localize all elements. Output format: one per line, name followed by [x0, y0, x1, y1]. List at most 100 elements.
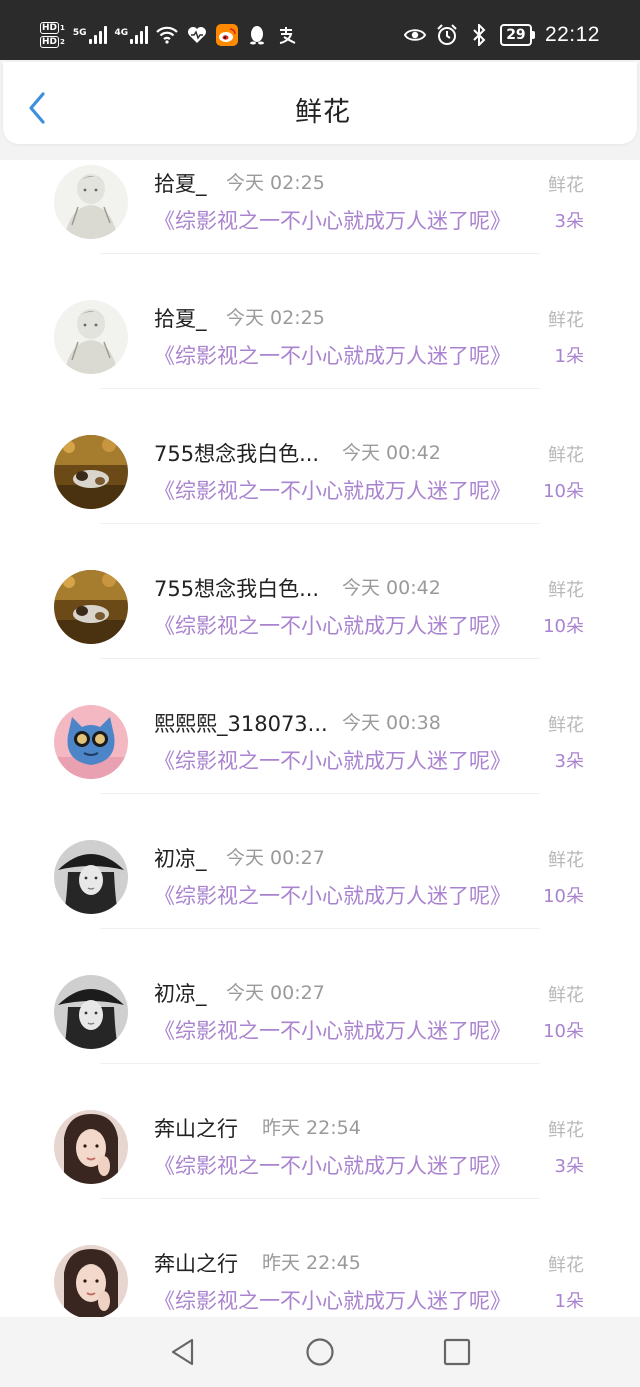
hd-label: HD: [40, 36, 60, 48]
gift-time: 今天 00:42: [342, 577, 441, 599]
divider: [100, 523, 540, 524]
signal-4g-icon: 4G: [115, 26, 149, 44]
user-name[interactable]: 755想念我白色...: [154, 573, 319, 603]
divider: [100, 928, 540, 929]
divider: [100, 1063, 540, 1064]
divider: [100, 1198, 540, 1199]
bw-hat-girl-avatar[interactable]: [54, 975, 128, 1049]
clock: 22:12: [544, 23, 600, 46]
bw-hat-girl-avatar[interactable]: [54, 840, 128, 914]
recents-square-icon: [443, 1338, 471, 1366]
header-card: 鲜花: [3, 62, 637, 144]
hd-indicator: HD 1 HD 2: [40, 22, 65, 48]
nav-home-button[interactable]: [305, 1337, 335, 1367]
gift-type-label: 鲜花: [548, 985, 584, 1006]
list-item[interactable]: 755想念我白色... 今天 00:42 《综影视之一不小心就成万人迷了呢》 鲜…: [0, 565, 640, 700]
book-title[interactable]: 《综影视之一不小心就成万人迷了呢》: [154, 1285, 511, 1315]
bluetooth-icon: [468, 24, 490, 46]
gift-time: 今天 00:27: [226, 982, 325, 1004]
gift-type-label: 鲜花: [548, 850, 584, 871]
book-title[interactable]: 《综影视之一不小心就成万人迷了呢》: [154, 475, 511, 505]
divider: [100, 388, 540, 389]
gift-type-label: 鲜花: [548, 310, 584, 331]
gift-type-label: 鲜花: [548, 1120, 584, 1141]
gift-time: 今天 02:25: [226, 172, 325, 194]
list-item[interactable]: 拾夏_ 今天 02:25 《综影视之一不小心就成万人迷了呢》 鲜花 3朵: [0, 160, 640, 295]
hd-label: HD: [40, 22, 60, 34]
wifi-icon: [156, 24, 178, 46]
nav-back-button[interactable]: [168, 1337, 198, 1367]
book-title[interactable]: 《综影视之一不小心就成万人迷了呢》: [154, 1150, 511, 1180]
heart-health-icon: [186, 24, 208, 46]
list-item[interactable]: 初凉_ 今天 00:27 《综影视之一不小心就成万人迷了呢》 鲜花 10朵: [0, 970, 640, 1105]
user-name[interactable]: 初凉_: [154, 978, 207, 1008]
signal-5g-icon: 5G: [73, 26, 107, 44]
home-circle-icon: [306, 1338, 334, 1366]
gift-count: 10朵: [543, 481, 584, 502]
list-item[interactable]: 755想念我白色... 今天 00:42 《综影视之一不小心就成万人迷了呢》 鲜…: [0, 430, 640, 565]
book-title[interactable]: 《综影视之一不小心就成万人迷了呢》: [154, 340, 511, 370]
user-name[interactable]: 拾夏_: [154, 168, 207, 198]
user-name[interactable]: 755想念我白色...: [154, 438, 319, 468]
gift-time: 今天 00:27: [226, 847, 325, 869]
gift-count: 10朵: [543, 1021, 584, 1042]
gift-time: 今天 00:42: [342, 442, 441, 464]
gift-time: 昨天 22:45: [262, 1252, 361, 1274]
list-item[interactable]: 初凉_ 今天 00:27 《综影视之一不小心就成万人迷了呢》 鲜花 10朵: [0, 835, 640, 970]
page-title: 鲜花: [295, 97, 351, 128]
nav-recents-button[interactable]: [442, 1337, 472, 1367]
user-name[interactable]: 奔山之行: [154, 1248, 238, 1278]
back-triangle-icon: [171, 1338, 194, 1366]
book-title[interactable]: 《综影视之一不小心就成万人迷了呢》: [154, 205, 511, 235]
book-title[interactable]: 《综影视之一不小心就成万人迷了呢》: [154, 880, 511, 910]
cat-photo-avatar[interactable]: [54, 570, 128, 644]
alarm-icon: [436, 24, 458, 46]
network-label: 5G: [72, 28, 87, 38]
gift-count: 1朵: [554, 346, 584, 367]
gift-count: 3朵: [554, 211, 584, 232]
gift-count: 1朵: [554, 1291, 584, 1312]
gift-type-label: 鲜花: [548, 1255, 584, 1276]
book-title[interactable]: 《综影视之一不小心就成万人迷了呢》: [154, 745, 511, 775]
list-item[interactable]: 拾夏_ 今天 02:25 《综影视之一不小心就成万人迷了呢》 鲜花 1朵: [0, 295, 640, 430]
divider: [100, 658, 540, 659]
gift-type-label: 鲜花: [548, 580, 584, 601]
alipay-icon: [276, 24, 298, 46]
woman-photo-avatar[interactable]: [54, 1245, 128, 1319]
gift-type-label: 鲜花: [548, 715, 584, 736]
woman-photo-avatar[interactable]: [54, 1110, 128, 1184]
weibo-icon: [216, 24, 239, 46]
qq-penguin-icon: [246, 24, 268, 46]
user-name[interactable]: 奔山之行: [154, 1113, 238, 1143]
gift-time: 今天 02:25: [226, 307, 325, 329]
hd-number: 2: [60, 38, 65, 46]
user-name[interactable]: 熙熙熙_318073...: [154, 708, 328, 738]
network-label: 4G: [114, 28, 129, 38]
list-item[interactable]: 奔山之行 昨天 22:54 《综影视之一不小心就成万人迷了呢》 鲜花 3朵: [0, 1105, 640, 1240]
book-title[interactable]: 《综影视之一不小心就成万人迷了呢》: [154, 1015, 511, 1045]
gift-count: 10朵: [543, 886, 584, 907]
gift-count: 10朵: [543, 616, 584, 637]
gift-time: 昨天 22:54: [262, 1117, 361, 1139]
header: 鲜花: [0, 60, 640, 160]
eye-icon: [403, 24, 426, 46]
cat-photo-avatar[interactable]: [54, 435, 128, 509]
divider: [100, 793, 540, 794]
gift-count: 3朵: [554, 1156, 584, 1177]
hd-number: 1: [60, 24, 65, 32]
gift-count: 3朵: [554, 751, 584, 772]
sketch-girl-avatar[interactable]: [54, 165, 128, 239]
user-name[interactable]: 初凉_: [154, 843, 207, 873]
gift-time: 今天 00:38: [342, 712, 441, 734]
blue-cartoon-avatar[interactable]: [54, 705, 128, 779]
gift-type-label: 鲜花: [548, 175, 584, 196]
book-title[interactable]: 《综影视之一不小心就成万人迷了呢》: [154, 610, 511, 640]
system-nav-bar: [0, 1317, 640, 1387]
list-item[interactable]: 熙熙熙_318073... 今天 00:38 《综影视之一不小心就成万人迷了呢》…: [0, 700, 640, 835]
battery-icon: 29: [499, 24, 535, 46]
divider: [100, 253, 540, 254]
battery-level: 29: [499, 24, 532, 46]
gift-type-label: 鲜花: [548, 445, 584, 466]
user-name[interactable]: 拾夏_: [154, 303, 207, 333]
sketch-girl-avatar[interactable]: [54, 300, 128, 374]
